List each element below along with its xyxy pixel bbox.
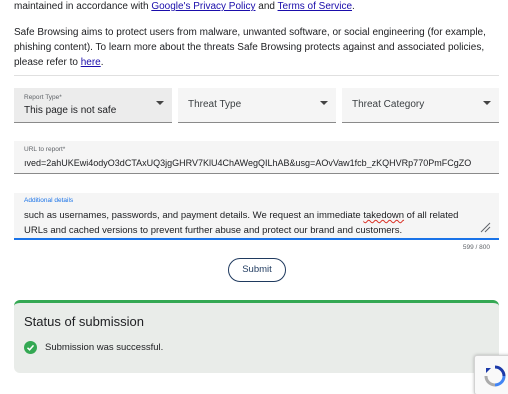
section-divider xyxy=(14,75,499,76)
url-value: ıved=2ahUKEwi4odyO3dCTAxUQ3jgGHRV7KlU4Ch… xyxy=(24,158,472,168)
url-label: URL to report* xyxy=(24,146,66,153)
recaptcha-badge[interactable] xyxy=(474,355,508,394)
additional-details-textarea[interactable]: Additional details such as usernames, pa… xyxy=(14,193,499,240)
threat-type-placeholder: Threat Type xyxy=(188,99,242,110)
details-line1-start: such as usernames, passwords, and paymen… xyxy=(24,210,364,221)
threat-category-select[interactable]: Threat Category xyxy=(342,88,499,123)
recaptcha-icon xyxy=(484,365,506,387)
details-line2: URLs and cached versions to prevent furt… xyxy=(24,225,403,236)
description-suffix: . xyxy=(100,57,104,68)
report-type-value: This page is not safe xyxy=(24,105,117,116)
url-input[interactable]: URL to report* ıved=2ahUKEwi4odyO3dCTAxU… xyxy=(14,141,499,174)
intro-text: maintained in accordance with Google's P… xyxy=(14,1,355,13)
chevron-down-icon xyxy=(156,101,164,105)
spellcheck-word: takedown xyxy=(363,210,405,221)
intro-prefix: maintained in accordance with xyxy=(14,1,152,12)
chevron-down-icon xyxy=(483,101,491,105)
character-counter: 599 / 800 xyxy=(462,244,490,251)
check-circle-icon xyxy=(24,341,37,354)
report-type-select[interactable]: Report Type* This page is not safe xyxy=(14,88,172,123)
report-type-label: Report Type* xyxy=(24,94,62,101)
terms-of-service-link[interactable]: Terms of Service xyxy=(278,1,352,12)
learn-more-link[interactable]: here xyxy=(81,57,101,68)
chevron-down-icon xyxy=(320,101,328,105)
threat-type-select[interactable]: Threat Type xyxy=(178,88,336,123)
details-line1-end: of all related xyxy=(404,210,459,221)
details-label: Additional details xyxy=(24,197,74,204)
status-title: Status of submission xyxy=(24,314,144,329)
submit-button[interactable]: Submit xyxy=(228,258,286,282)
resize-handle-icon[interactable] xyxy=(479,221,491,233)
status-row: Submission was successful. xyxy=(24,341,163,354)
status-card: Status of submission Submission was succ… xyxy=(14,300,499,373)
status-message: Submission was successful. xyxy=(45,342,164,353)
privacy-policy-link[interactable]: Google's Privacy Policy xyxy=(151,1,255,12)
details-text: such as usernames, passwords, and paymen… xyxy=(24,208,484,238)
intro-suffix: . xyxy=(352,1,355,12)
safe-browsing-description: Safe Browsing aims to protect users from… xyxy=(14,25,496,70)
threat-category-placeholder: Threat Category xyxy=(352,99,425,110)
intro-and: and xyxy=(255,1,278,12)
